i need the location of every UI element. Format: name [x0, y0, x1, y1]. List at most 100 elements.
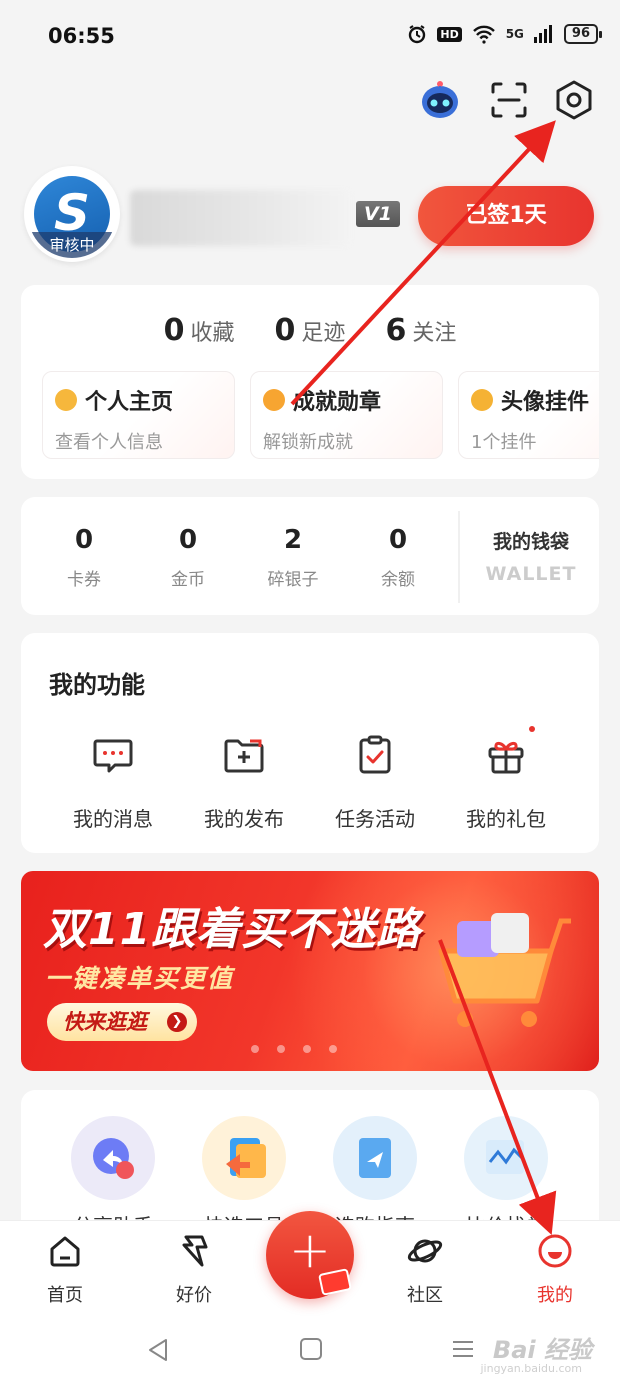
banner-button[interactable]: 快来逛逛 ❯ [47, 1003, 197, 1041]
stat-num: 6 [385, 313, 407, 348]
banner-subtitle: 一键凑单买更值 [45, 964, 235, 993]
bottom-nav: 首页 好价 + 社区 我的 [0, 1211, 620, 1320]
feature-achievements[interactable]: 成就勋章 解锁新成就 [250, 371, 443, 459]
banner-button-label: 快来逛逛 [63, 1010, 147, 1034]
battery-indicator: 96 [563, 24, 603, 44]
robot-assistant-icon [422, 81, 458, 118]
wallet-balance[interactable]: 0 余额 [353, 525, 443, 590]
func-gifts[interactable]: 我的礼包 [441, 726, 571, 832]
clipboard-check-icon [359, 735, 391, 774]
nav-home[interactable]: 首页 [20, 1233, 110, 1307]
level-badge: V1 [356, 201, 400, 227]
feature-homepage[interactable]: 个人主页 查看个人信息 [42, 371, 235, 459]
checkin-button[interactable]: 已签1天 [418, 186, 594, 246]
wallet-card: 0 卡券 0 金币 2 碎银子 0 余额 我的钱袋 WALLET [21, 497, 599, 615]
feature-subtitle: 查看个人信息 [55, 432, 163, 453]
buying-guide-icon [333, 1116, 417, 1200]
pagination-dot [303, 1045, 311, 1053]
functions-card: 我的功能 我的消息 我的发布 任务活动 我的礼包 [21, 633, 599, 853]
nav-label: 社区 [407, 1285, 443, 1306]
share-assistant-icon [71, 1116, 155, 1200]
publish-button[interactable]: + [266, 1211, 354, 1299]
func-publish[interactable]: 我的发布 [179, 733, 309, 832]
avatar-frame-icon [471, 389, 493, 411]
back-icon[interactable] [144, 1336, 172, 1364]
profile-icon [538, 1234, 572, 1268]
gift-icon [488, 726, 535, 774]
pagination-dot [277, 1045, 285, 1053]
stat-history[interactable]: 0 足迹 [275, 313, 346, 348]
robot-assistant-button[interactable] [418, 78, 462, 122]
func-tasks[interactable]: 任务活动 [310, 733, 440, 832]
stat-label: 足迹 [301, 321, 346, 346]
wallet-coupons[interactable]: 0 卡券 [39, 525, 129, 590]
nav-label: 首页 [47, 1285, 83, 1306]
promo-banner[interactable]: 双11跟着买不迷路 一键凑单买更值 快来逛逛 ❯ [21, 871, 599, 1071]
feature-title: 个人主页 [85, 390, 174, 415]
shopping-cart-icon [438, 913, 571, 1027]
red-envelope-icon [318, 1268, 352, 1296]
home-icon [50, 1236, 80, 1267]
wallet-label: 卡券 [67, 570, 101, 590]
nav-community[interactable]: 社区 [380, 1233, 470, 1307]
wifi-icon [472, 25, 495, 44]
home-square-icon[interactable] [298, 1336, 324, 1362]
wallet-subtitle: WALLET [485, 563, 577, 585]
nav-label: 我的 [537, 1285, 573, 1306]
wallet-num: 0 [178, 525, 198, 555]
functions-title: 我的功能 [49, 671, 145, 699]
func-label: 我的发布 [204, 807, 284, 831]
wallet-num: 0 [74, 525, 94, 555]
avatar[interactable]: S 审核中 [24, 166, 120, 262]
pagination-dot [329, 1045, 337, 1053]
stat-following[interactable]: 6 关注 [385, 313, 456, 348]
stat-num: 0 [163, 313, 185, 348]
status-time: 06:55 [48, 24, 115, 48]
banner-pagination [251, 1045, 337, 1053]
feature-avatar-frames[interactable]: 头像挂件 1个挂件 [458, 371, 599, 459]
status-icons: HD 5G 96 [407, 24, 603, 44]
feature-subtitle: 1个挂件 [471, 432, 537, 453]
username-blurred [130, 190, 350, 246]
profile-stats-card: 0 收藏 0 足迹 6 关注 个人主页 查看个人信息 成就勋章 解锁新成就 头像… [21, 285, 599, 479]
feature-title: 成就勋章 [293, 390, 382, 415]
price-compare-icon [464, 1116, 548, 1200]
baidu-watermark-url: jingyan.baidu.com [480, 1362, 582, 1375]
medal-icon [263, 389, 285, 411]
func-label: 任务活动 [335, 807, 415, 831]
wallet-divider [458, 511, 460, 603]
wallet-title[interactable]: 我的钱袋 [463, 527, 599, 554]
pagination-dot [251, 1045, 259, 1053]
wallet-num: 2 [283, 525, 303, 555]
wallet-label: 余额 [381, 570, 415, 590]
nav-profile[interactable]: 我的 [510, 1233, 600, 1307]
wallet-coins[interactable]: 0 金币 [143, 525, 233, 590]
avatar-review-badge: 审核中 [28, 232, 116, 258]
message-icon [93, 739, 133, 773]
hd-badge: HD [437, 26, 462, 42]
stat-label: 关注 [412, 321, 457, 346]
signal-icon [533, 25, 552, 43]
wallet-silver[interactable]: 2 碎银子 [248, 525, 338, 590]
stats-row: 0 收藏 0 足迹 6 关注 [21, 313, 599, 348]
user-badge-icon [55, 389, 77, 411]
func-label: 我的礼包 [466, 807, 546, 831]
stat-favorites[interactable]: 0 收藏 [164, 313, 235, 348]
nav-deals[interactable]: 好价 [149, 1233, 239, 1307]
scan-button[interactable] [487, 78, 531, 122]
settings-icon [556, 80, 592, 120]
quick-pick-icon [202, 1116, 286, 1200]
feature-subtitle: 解锁新成就 [263, 432, 353, 453]
folder-add-icon [224, 739, 264, 773]
deal-icon [182, 1235, 208, 1267]
wallet-num: 0 [388, 525, 408, 555]
banner-title: 双11跟着买不迷路 [43, 904, 422, 955]
wallet-label: 碎银子 [267, 570, 319, 590]
planet-icon [407, 1239, 443, 1263]
settings-button[interactable] [552, 78, 596, 122]
recent-apps-icon[interactable] [450, 1336, 476, 1362]
wallet-label: 金币 [171, 570, 205, 590]
func-messages[interactable]: 我的消息 [48, 733, 178, 832]
stat-num: 0 [274, 313, 296, 348]
baidu-watermark: Bai 经验 [492, 1336, 592, 1364]
